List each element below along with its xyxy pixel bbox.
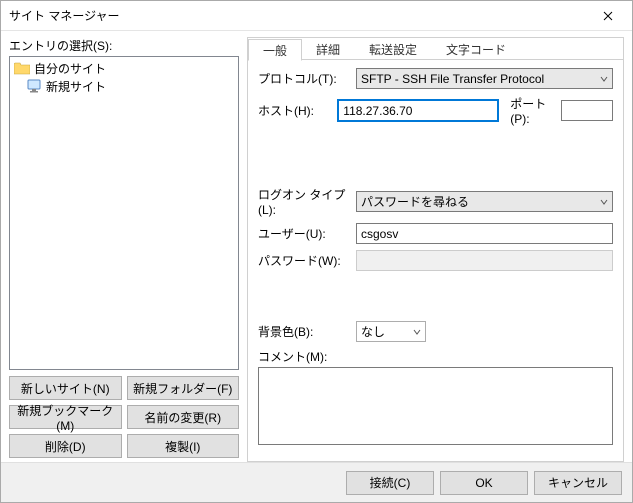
bgcolor-select[interactable]: なし [356,321,426,342]
new-bookmark-button[interactable]: 新規ブックマーク(M) [9,405,122,429]
tree-root-row[interactable]: 自分のサイト [14,59,234,77]
comment-label: コメント(M): [258,348,613,365]
tree-root-label: 自分のサイト [34,60,106,77]
close-icon [603,11,613,21]
port-input[interactable] [561,100,613,121]
server-icon [26,79,42,93]
password-label: パスワード(W): [258,252,350,269]
tree-item-row[interactable]: 新規サイト [14,77,234,95]
tree-item-label: 新規サイト [46,78,106,95]
tab-advanced[interactable]: 詳細 [302,39,355,61]
tab-bar: 一般 詳細 転送設定 文字コード [248,38,623,60]
site-buttons: 新しいサイト(N) 新規フォルダー(F) 新規ブックマーク(M) 名前の変更(R… [9,376,239,458]
host-input[interactable] [338,100,498,121]
protocol-label: プロトコル(T): [258,70,350,87]
chevron-down-icon [600,75,608,83]
site-manager-window: サイト マネージャー エントリの選択(S): 自分のサイト 新規サイト [0,0,633,503]
chevron-down-icon [600,198,608,206]
logon-type-label: ログオン タイプ(L): [258,186,350,217]
comment-textarea[interactable] [258,367,613,445]
entry-selection-label: エントリの選択(S): [9,37,239,54]
tab-charset[interactable]: 文字コード [432,39,521,61]
new-site-button[interactable]: 新しいサイト(N) [9,376,122,400]
right-pane: 一般 詳細 転送設定 文字コード プロトコル(T): SFTP - SSH Fi… [247,37,624,462]
protocol-select[interactable]: SFTP - SSH File Transfer Protocol [356,68,613,89]
close-button[interactable] [585,1,630,30]
duplicate-button[interactable]: 複製(I) [127,434,240,458]
connect-button[interactable]: 接続(C) [346,471,434,495]
rename-button[interactable]: 名前の変更(R) [127,405,240,429]
chevron-down-icon [413,328,421,336]
left-pane: エントリの選択(S): 自分のサイト 新規サイト 新しいサイト(N) 新規 [9,37,239,462]
general-form: プロトコル(T): SFTP - SSH File Transfer Proto… [248,60,623,461]
folder-icon [14,62,30,75]
new-folder-button[interactable]: 新規フォルダー(F) [127,376,240,400]
port-label: ポート(P): [510,95,555,126]
password-input [356,250,613,271]
dialog-body: エントリの選択(S): 自分のサイト 新規サイト 新しいサイト(N) 新規 [1,31,632,462]
host-label: ホスト(H): [258,102,332,119]
tab-transfer[interactable]: 転送設定 [355,39,432,61]
ok-button[interactable]: OK [440,471,528,495]
titlebar: サイト マネージャー [1,1,632,31]
delete-button[interactable]: 削除(D) [9,434,122,458]
cancel-button[interactable]: キャンセル [534,471,622,495]
user-input[interactable] [356,223,613,244]
bgcolor-label: 背景色(B): [258,323,350,340]
logon-type-select[interactable]: パスワードを尋ねる [356,191,613,212]
window-title: サイト マネージャー [9,7,585,24]
dialog-footer: 接続(C) OK キャンセル [1,462,632,502]
user-label: ユーザー(U): [258,225,350,242]
tab-general[interactable]: 一般 [248,39,302,61]
site-tree[interactable]: 自分のサイト 新規サイト [9,56,239,370]
